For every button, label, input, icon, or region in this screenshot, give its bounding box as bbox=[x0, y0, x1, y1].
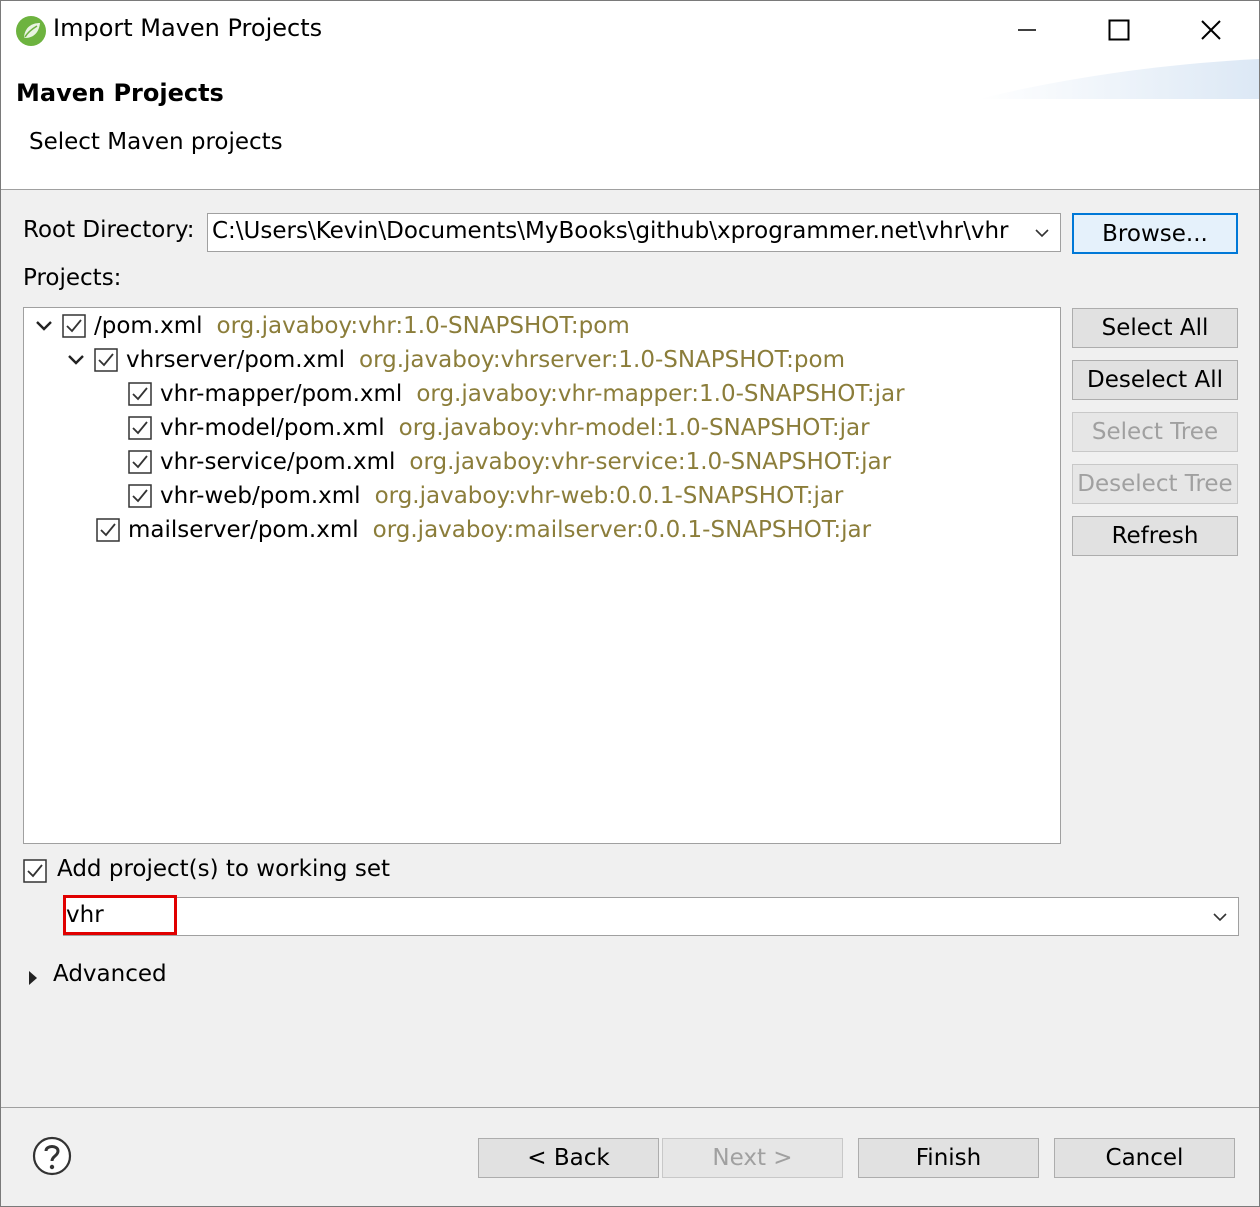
project-coordinates: org.javaboy:vhr:1.0-SNAPSHOT:pom bbox=[216, 313, 630, 339]
chevron-down-icon[interactable] bbox=[1212, 910, 1228, 924]
working-set-combo[interactable]: vhr bbox=[63, 897, 1239, 936]
tree-row-vhr-model[interactable]: vhr-model/pom.xml org.javaboy:vhr-model:… bbox=[128, 411, 870, 445]
project-coordinates: org.javaboy:vhr-model:1.0-SNAPSHOT:jar bbox=[398, 415, 870, 441]
wizard-banner: Maven Projects Select Maven projects bbox=[1, 59, 1259, 190]
expand-arrow-right-icon[interactable] bbox=[27, 969, 39, 987]
project-checkbox-icon[interactable] bbox=[96, 518, 120, 542]
next-button[interactable]: Next > bbox=[662, 1138, 843, 1178]
deselect-tree-button[interactable]: Deselect Tree bbox=[1072, 464, 1238, 504]
import-maven-projects-dialog: Import Maven Projects Maven Projects Sel… bbox=[0, 0, 1260, 1207]
window-title: Import Maven Projects bbox=[53, 14, 323, 42]
working-set-label[interactable]: Add project(s) to working set bbox=[57, 856, 390, 882]
root-directory-label: Root Directory: bbox=[23, 217, 195, 243]
minimize-button[interactable] bbox=[981, 1, 1073, 59]
spring-leaf-icon bbox=[16, 16, 46, 46]
project-checkbox-icon[interactable] bbox=[94, 348, 118, 372]
banner-swoosh-graphic bbox=[979, 59, 1259, 99]
close-button[interactable] bbox=[1165, 1, 1257, 59]
project-path: /pom.xml bbox=[94, 313, 203, 339]
root-directory-value: C:\Users\Kevin\Documents\MyBooks\github\… bbox=[212, 218, 1009, 244]
project-path: vhr-web/pom.xml bbox=[160, 483, 361, 509]
project-checkbox-icon[interactable] bbox=[128, 416, 152, 440]
project-coordinates: org.javaboy:vhrserver:1.0-SNAPSHOT:pom bbox=[359, 347, 846, 373]
tree-row-vhr-web[interactable]: vhr-web/pom.xml org.javaboy:vhr-web:0.0.… bbox=[128, 479, 843, 513]
footer-separator bbox=[1, 1107, 1259, 1108]
project-checkbox-icon[interactable] bbox=[128, 484, 152, 508]
tree-row-root-pom[interactable]: /pom.xml org.javaboy:vhr:1.0-SNAPSHOT:po… bbox=[32, 309, 630, 343]
back-button[interactable]: < Back bbox=[478, 1138, 659, 1178]
chevron-down-icon[interactable] bbox=[1034, 226, 1050, 240]
close-icon bbox=[1201, 20, 1221, 40]
projects-label: Projects: bbox=[23, 265, 122, 291]
project-path: vhrserver/pom.xml bbox=[126, 347, 345, 373]
project-checkbox-icon[interactable] bbox=[128, 382, 152, 406]
title-bar: Import Maven Projects bbox=[1, 1, 1259, 59]
project-path: vhr-service/pom.xml bbox=[160, 449, 396, 475]
tree-row-vhrserver[interactable]: vhrserver/pom.xml org.javaboy:vhrserver:… bbox=[64, 343, 845, 377]
root-directory-combo[interactable]: C:\Users\Kevin\Documents\MyBooks\github\… bbox=[207, 213, 1061, 252]
browse-button[interactable]: Browse... bbox=[1072, 213, 1238, 254]
project-path: mailserver/pom.xml bbox=[128, 517, 359, 543]
expand-chevron-icon[interactable] bbox=[64, 348, 88, 372]
minimize-icon bbox=[1018, 29, 1036, 31]
expand-chevron-icon[interactable] bbox=[32, 314, 56, 338]
tree-row-vhr-mapper[interactable]: vhr-mapper/pom.xml org.javaboy:vhr-mappe… bbox=[128, 377, 905, 411]
refresh-button[interactable]: Refresh bbox=[1072, 516, 1238, 556]
projects-tree[interactable]: /pom.xml org.javaboy:vhr:1.0-SNAPSHOT:po… bbox=[23, 307, 1061, 844]
tree-row-mailserver[interactable]: mailserver/pom.xml org.javaboy:mailserve… bbox=[96, 513, 871, 547]
project-coordinates: org.javaboy:vhr-web:0.0.1-SNAPSHOT:jar bbox=[374, 483, 844, 509]
advanced-section-toggle[interactable]: Advanced bbox=[53, 961, 167, 987]
project-path: vhr-model/pom.xml bbox=[160, 415, 385, 441]
highlight-annotation-box bbox=[63, 895, 177, 935]
help-icon[interactable] bbox=[32, 1136, 72, 1176]
working-set-checkbox-icon[interactable] bbox=[23, 859, 47, 883]
project-path: vhr-mapper/pom.xml bbox=[160, 381, 403, 407]
finish-button[interactable]: Finish bbox=[858, 1138, 1039, 1178]
cancel-button[interactable]: Cancel bbox=[1054, 1138, 1235, 1178]
page-title: Maven Projects bbox=[16, 79, 224, 107]
maximize-icon bbox=[1108, 19, 1130, 41]
project-coordinates: org.javaboy:vhr-mapper:1.0-SNAPSHOT:jar bbox=[416, 381, 905, 407]
select-tree-button[interactable]: Select Tree bbox=[1072, 412, 1238, 452]
deselect-all-button[interactable]: Deselect All bbox=[1072, 360, 1238, 400]
project-checkbox-icon[interactable] bbox=[128, 450, 152, 474]
project-coordinates: org.javaboy:vhr-service:1.0-SNAPSHOT:jar bbox=[409, 449, 892, 475]
maximize-button[interactable] bbox=[1073, 1, 1165, 59]
page-subtitle: Select Maven projects bbox=[29, 129, 283, 155]
select-all-button[interactable]: Select All bbox=[1072, 308, 1238, 348]
project-checkbox-icon[interactable] bbox=[62, 314, 86, 338]
tree-row-vhr-service[interactable]: vhr-service/pom.xml org.javaboy:vhr-serv… bbox=[128, 445, 891, 479]
project-coordinates: org.javaboy:mailserver:0.0.1-SNAPSHOT:ja… bbox=[372, 517, 872, 543]
